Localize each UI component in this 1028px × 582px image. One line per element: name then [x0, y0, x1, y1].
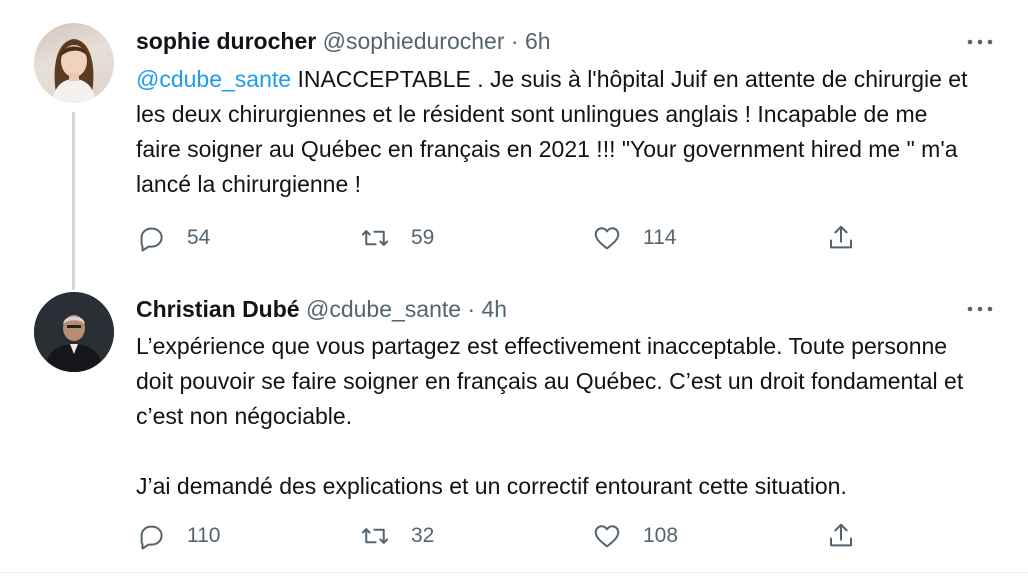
share-icon	[830, 523, 852, 547]
tweet-actions: 54 59 114	[136, 220, 876, 256]
tweet-header: sophie durocher @sophiedurocher · 6h	[136, 27, 551, 55]
tweet-thread: sophie durocher @sophiedurocher · 6h @cd…	[0, 0, 1028, 582]
reply-icon	[140, 227, 163, 252]
tweet[interactable]: Christian Dubé @cdube_sante · 4h L’expér…	[0, 282, 1028, 572]
avatar[interactable]	[34, 292, 114, 372]
tweet-text: @cdube_sante INACCEPTABLE . Je suis à l'…	[136, 62, 976, 202]
more-options-button[interactable]	[966, 299, 994, 319]
timestamp[interactable]: 4h	[482, 296, 508, 322]
heart-icon	[594, 525, 620, 548]
tweet[interactable]: sophie durocher @sophiedurocher · 6h @cd…	[0, 0, 1028, 290]
like-count: 108	[643, 524, 679, 547]
avatar[interactable]	[34, 23, 114, 103]
author-handle[interactable]: @cdube_sante	[306, 296, 461, 322]
tweet-actions: 110 32 108	[136, 518, 876, 554]
avatar-image	[34, 292, 114, 372]
retweet-button[interactable]: 32	[360, 518, 434, 554]
share-button[interactable]	[826, 518, 856, 554]
share-icon	[830, 225, 852, 249]
reply-count: 54	[187, 226, 211, 249]
author-name[interactable]: sophie durocher	[136, 28, 316, 54]
timestamp[interactable]: 6h	[525, 28, 551, 54]
separator-dot: ·	[510, 28, 519, 54]
thread-connector-line	[72, 112, 75, 290]
avatar-image	[52, 39, 96, 103]
like-count: 114	[643, 226, 677, 249]
retweet-icon	[361, 528, 389, 544]
retweet-count: 32	[411, 524, 435, 547]
reply-button[interactable]: 54	[136, 220, 210, 256]
share-button[interactable]	[826, 220, 856, 256]
tweet-header: Christian Dubé @cdube_sante · 4h	[136, 295, 507, 323]
like-button[interactable]: 108	[592, 518, 678, 554]
reply-button[interactable]: 110	[136, 518, 220, 554]
more-options-button[interactable]	[966, 32, 994, 52]
like-button[interactable]: 114	[592, 220, 676, 256]
tweet-text: L’expérience que vous partagez est effec…	[136, 333, 964, 499]
more-icon	[967, 306, 993, 312]
retweet-icon	[361, 230, 389, 246]
retweet-count: 59	[411, 226, 435, 249]
retweet-button[interactable]: 59	[360, 220, 434, 256]
reply-icon	[140, 525, 163, 550]
heart-icon	[594, 227, 620, 250]
author-handle[interactable]: @sophiedurocher	[323, 28, 505, 54]
more-icon	[967, 39, 993, 45]
author-name[interactable]: Christian Dubé	[136, 296, 300, 322]
mention-link[interactable]: @cdube_sante	[136, 66, 291, 92]
reply-count: 110	[187, 524, 221, 547]
divider	[0, 572, 1028, 573]
separator-dot: ·	[467, 296, 476, 322]
